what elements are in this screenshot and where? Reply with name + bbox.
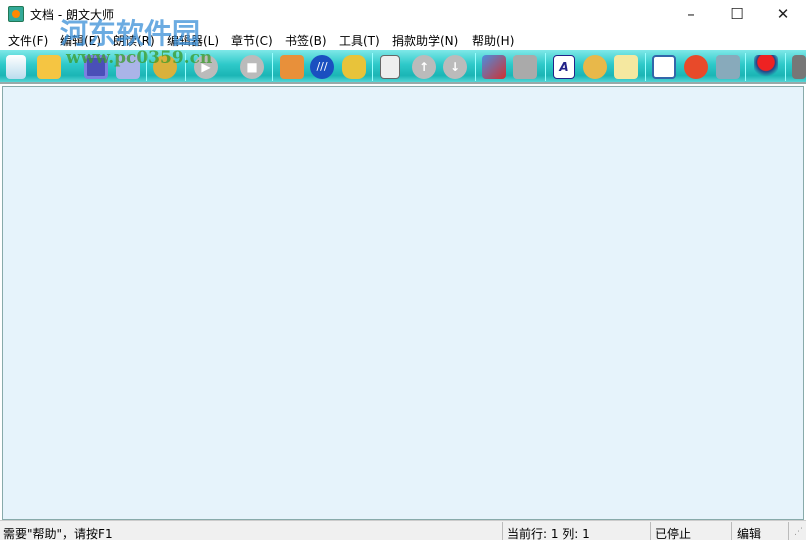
status-divider — [788, 522, 789, 540]
maximize-button[interactable]: ☐ — [714, 0, 760, 30]
font-icon[interactable]: A — [553, 55, 575, 79]
computer-icon[interactable] — [716, 55, 740, 79]
menu-donate[interactable]: 捐款助学(N) — [392, 32, 458, 49]
separator — [785, 53, 786, 81]
menu-editor[interactable]: 编辑器(L) — [167, 32, 219, 49]
logo-icon[interactable] — [754, 55, 778, 79]
separator — [745, 53, 746, 81]
title-bar: 文档 - 朗文大师 – ☐ ✕ — [0, 0, 806, 30]
book-icon[interactable] — [482, 55, 506, 79]
alarm-icon[interactable] — [684, 55, 708, 79]
stop-icon[interactable]: ■ — [240, 55, 264, 79]
voice-icon[interactable]: /// — [310, 55, 334, 79]
menu-help[interactable]: 帮助(H) — [472, 32, 514, 49]
status-bar: 需要"帮助"，请按F1 当前行: 1 列: 1 已停止 编辑 ⋰ — [0, 520, 806, 541]
menu-tools[interactable]: 工具(T) — [339, 32, 380, 49]
minimize-button[interactable]: – — [668, 0, 714, 30]
up-icon[interactable]: ↑ — [412, 55, 436, 79]
menu-read[interactable]: 朗读(R) — [113, 32, 155, 49]
speaker-icon[interactable] — [342, 55, 366, 79]
status-divider — [650, 522, 651, 540]
menu-chapter[interactable]: 章节(C) — [231, 32, 273, 49]
separator — [372, 53, 373, 81]
menu-file[interactable]: 文件(F) — [8, 32, 48, 49]
status-help: 需要"帮助"，请按F1 — [3, 527, 113, 541]
menu-bar: 文件(F) 编辑(E) 朗读(R) 编辑器(L) 章节(C) 书签(B) 工具(… — [0, 30, 806, 50]
status-mode: 编辑 — [737, 527, 762, 541]
status-divider — [731, 522, 732, 540]
new-icon[interactable] — [6, 55, 26, 79]
status-position: 当前行: 1 列: 1 — [507, 527, 590, 541]
status-divider — [502, 522, 503, 540]
tool-icon[interactable] — [792, 55, 806, 79]
toolbar: ▶ ■ /// ↑ ↓ A — [0, 50, 806, 84]
video-icon[interactable] — [652, 55, 676, 79]
users-icon[interactable] — [280, 55, 304, 79]
separator — [185, 53, 186, 81]
dictionary-icon[interactable] — [614, 55, 638, 79]
open-icon[interactable] — [37, 55, 61, 79]
separator — [475, 53, 476, 81]
save-as-icon[interactable] — [116, 55, 140, 79]
import-icon[interactable] — [513, 55, 537, 79]
resize-grip-icon[interactable]: ⋰ — [794, 527, 803, 537]
separator — [272, 53, 273, 81]
save-icon[interactable] — [84, 55, 108, 79]
separator — [645, 53, 646, 81]
menu-bookmark[interactable]: 书签(B) — [285, 32, 327, 49]
separator — [545, 53, 546, 81]
menu-edit[interactable]: 编辑(E) — [60, 32, 101, 49]
palette-icon[interactable] — [583, 55, 607, 79]
status-state: 已停止 — [655, 527, 692, 541]
find-icon[interactable] — [153, 55, 177, 79]
close-button[interactable]: ✕ — [760, 0, 806, 30]
window-title: 文档 - 朗文大师 — [30, 8, 114, 22]
play-icon[interactable]: ▶ — [194, 55, 218, 79]
list-icon[interactable] — [380, 55, 400, 79]
down-icon[interactable]: ↓ — [443, 55, 467, 79]
app-icon — [8, 6, 24, 22]
document-editor[interactable] — [2, 86, 804, 520]
separator — [146, 53, 147, 81]
